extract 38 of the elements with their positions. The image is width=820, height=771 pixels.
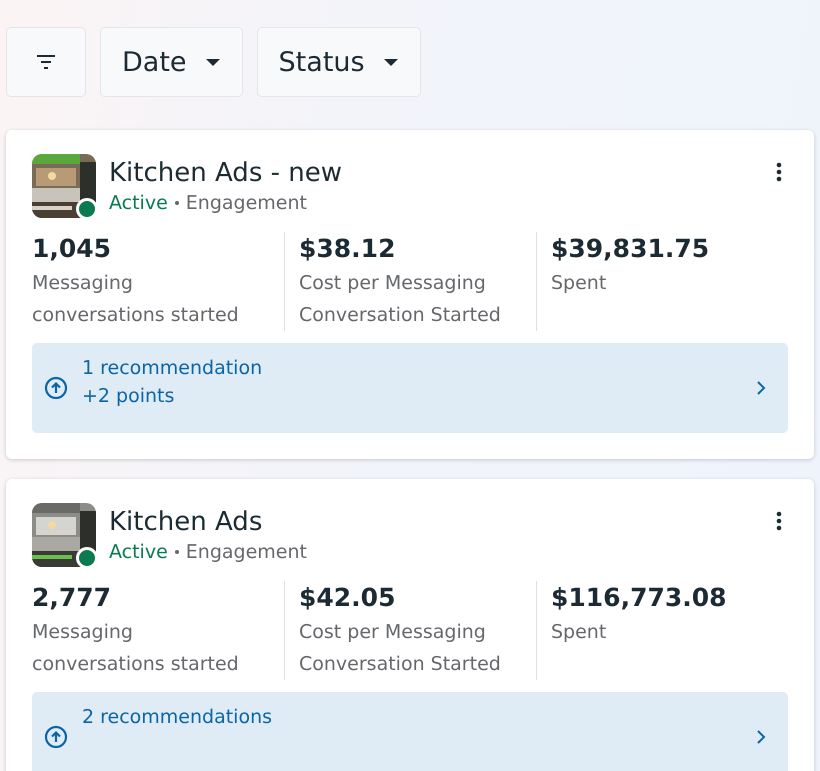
dropdown-button[interactable]: Date xyxy=(100,27,243,97)
metric-value: 2,777 xyxy=(32,583,112,612)
caret-icon xyxy=(382,58,399,66)
more-icon xyxy=(776,511,782,531)
caret-icon xyxy=(204,58,221,66)
status-label: Active xyxy=(109,192,168,214)
recommendation-banner[interactable]: 1 recommendation +2 points xyxy=(32,343,788,433)
metric-label: Spent xyxy=(551,620,608,645)
separator-dot-icon xyxy=(174,550,179,554)
objective-label: Engagement xyxy=(186,192,307,214)
metric-value: $38.12 xyxy=(299,234,396,263)
metric-label: Messaging conversations started xyxy=(32,620,240,677)
arrow-up-circle-icon xyxy=(44,725,68,749)
metric-value: $116,773.08 xyxy=(551,583,728,612)
metric-label: Cost per Messaging Conversation Started xyxy=(299,620,502,677)
status-label: Active xyxy=(109,541,168,563)
metric-label: Messaging conversations started xyxy=(32,271,240,328)
objective-label: Engagement xyxy=(186,541,307,563)
more-options-button[interactable] xyxy=(774,160,784,184)
more-options-button[interactable] xyxy=(774,509,784,533)
campaign-name: Kitchen Ads xyxy=(109,507,264,537)
metric-label: Cost per Messaging Conversation Started xyxy=(299,271,502,328)
metric-value: 1,045 xyxy=(32,234,112,263)
metric-label: Spent xyxy=(551,271,608,296)
campaign-name: Kitchen Ads - new xyxy=(109,158,342,188)
arrow-up-circle-icon xyxy=(44,376,68,400)
chevron-right-icon xyxy=(756,380,766,396)
filter-icon xyxy=(36,54,56,70)
more-icon xyxy=(776,162,782,182)
chevron-right-icon xyxy=(756,729,766,745)
dropdown-button[interactable]: Status xyxy=(256,27,421,97)
recommendation-points: +2 points xyxy=(82,385,176,407)
recommendation-banner[interactable]: 2 recommendations xyxy=(32,692,788,771)
recommendation-title: 2 recommendations xyxy=(82,706,274,728)
metric-value: $39,831.75 xyxy=(551,234,710,263)
separator-dot-icon xyxy=(174,201,179,205)
recommendation-title: 1 recommendation xyxy=(82,357,264,379)
metric-value: $42.05 xyxy=(299,583,396,612)
